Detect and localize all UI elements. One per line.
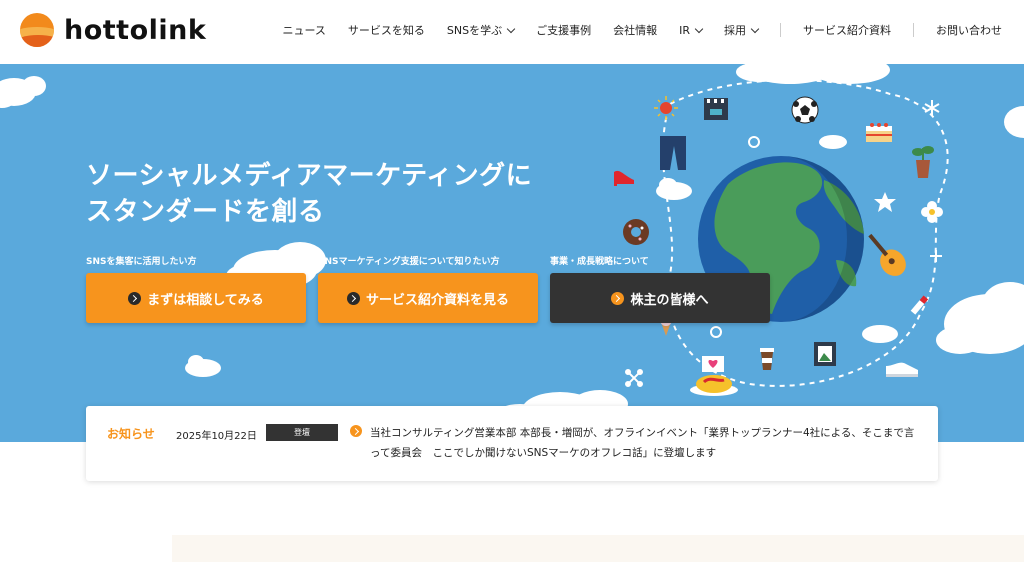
nav-item-contact[interactable]: お問い合わせ [936,22,1002,38]
hero-title: ソーシャルメディアマーケティングに スタンダードを創る [86,158,532,230]
nav-label: ご支援事例 [536,24,592,37]
snowflake-icon [924,100,940,116]
consult-button-label: まずは相談してみる [147,292,264,308]
nav-label: IR [679,23,690,37]
main-nav: ニュース サービスを知る SNSを学ぶ ご支援事例 会社情報 IR 採用 サービ… [282,22,1002,38]
cake-icon [866,123,892,142]
news-tag-badge: 登壇 [266,424,338,441]
love-letter-icon [702,356,724,372]
nav-item-service-docs[interactable]: サービス紹介資料 [803,22,891,38]
sneaker-icon [886,362,918,377]
coffee-cup-icon [760,348,774,370]
logo-mark-icon [20,13,54,47]
high-heel-icon [614,170,634,186]
chevron-down-icon [506,24,516,33]
arrow-right-icon [128,291,142,305]
news-label: お知らせ [107,427,155,441]
flower-icon [921,201,943,223]
nav-item-news[interactable]: ニュース [282,22,325,38]
nav-label: ニュース [282,24,326,37]
soccer-ball-icon [791,96,819,124]
sun-icon [654,96,678,120]
site-header: hottolink ニュース サービスを知る SNSを学ぶ ご支援事例 会社情報… [0,0,1024,64]
cloud-top-left-icon [0,76,46,108]
news-date: 2025年10月22日 [176,431,257,442]
service-docs-button-label: サービス紹介資料を見る [365,292,509,308]
picture-frame-icon [814,342,836,366]
shareholders-button-label: 株主の皆様へ [630,292,709,308]
service-docs-button[interactable]: サービス紹介資料を見る [318,273,538,323]
nav-label: サービスを知る [347,24,425,37]
drone-icon [625,369,643,387]
nav-item-company[interactable]: 会社情報 [613,22,657,38]
logo-text: hottolink [64,14,207,46]
sparkle-icon [930,250,942,262]
hero-title-line2: スタンダードを創る [86,197,325,227]
arrow-right-icon [346,291,360,305]
news-bar: お知らせ 2025年10月22日 登壇 当社コンサルティング営業本部 本部長・増… [86,406,938,481]
nav-label: SNSを学ぶ [446,24,503,37]
consult-button[interactable]: まずは相談してみる [86,273,306,323]
guitar-icon [868,233,906,276]
hero-section: ソーシャルメディアマーケティングに スタンダードを創る SNSを集客に活用したい… [0,64,1024,442]
arrow-right-icon [611,291,625,305]
donut-icon [623,219,649,245]
shareholders-button[interactable]: 株主の皆様へ [550,273,770,323]
globe-illustration [614,79,949,396]
hero-title-line1: ソーシャルメディアマーケティングに [86,161,533,191]
clapperboard-icon [704,98,728,120]
nav-divider [913,23,914,37]
nav-item-learn-sns[interactable]: SNSを学ぶ [446,22,516,38]
nav-label: 会社情報 [613,24,658,37]
chevron-down-icon [750,24,760,33]
cta-caption-consult: SNSを集客に活用したい方 [86,257,197,267]
cloud-small-left-icon [185,355,221,377]
potted-plant-icon [912,146,934,178]
jeans-icon [660,136,686,170]
logo[interactable]: hottolink [20,13,206,47]
nav-label: お問い合わせ [936,24,1002,37]
nav-label: サービス紹介資料 [803,24,891,37]
nav-item-ir[interactable]: IR [679,23,704,37]
arrow-right-icon [350,425,362,437]
cta-caption-shareholders: 事業・成長戦略について [550,257,649,267]
nav-item-services[interactable]: サービスを知る [348,22,425,38]
nav-label: 採用 [724,24,746,37]
nav-item-cases[interactable]: ご支援事例 [536,22,591,38]
content-section-bg [172,535,1024,562]
news-link[interactable]: 当社コンサルティング営業本部 本部長・増岡が、オフラインイベント「業界トップラン… [370,423,920,463]
cta-caption-docs: SNSマーケティング支援について知りたい方 [318,257,500,267]
lipstick-icon [910,295,929,315]
nav-divider [780,23,781,37]
chevron-down-icon [694,24,704,33]
nav-item-recruit[interactable]: 採用 [724,22,760,38]
star-icon [874,192,896,212]
